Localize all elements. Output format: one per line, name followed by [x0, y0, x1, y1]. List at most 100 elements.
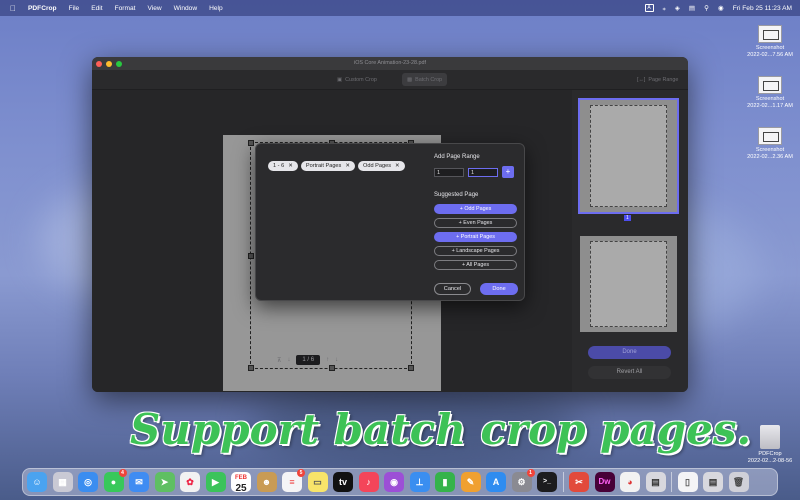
mail-icon[interactable]: ✉ — [129, 472, 149, 492]
wifi-icon[interactable]: ◈ — [675, 4, 680, 12]
cancel-button[interactable]: Cancel — [434, 283, 471, 295]
menu-view[interactable]: View — [147, 5, 161, 12]
range-inputs: 1 1 + — [434, 166, 518, 178]
system-preferences-badge: 1 — [526, 469, 535, 477]
system-preferences-icon[interactable]: ⚙ 1 — [511, 469, 535, 492]
thumbnail-sidebar: 1 Done Revert All — [572, 90, 688, 392]
suggest-landscape-pages[interactable]: + Landscape Pages — [434, 246, 517, 256]
pages-icon[interactable]: ✎ — [460, 472, 481, 492]
calendar-month: FEB — [235, 475, 247, 481]
menu-datetime[interactable]: Fri Feb 25 11:23 AM — [733, 5, 792, 12]
crop-handle[interactable] — [408, 365, 414, 371]
siri-icon[interactable]: ◉ — [718, 4, 724, 12]
desktop-icon-date: 2022-02...2-08-56 — [747, 458, 793, 464]
control-center-icon[interactable]: ▤ — [689, 4, 695, 12]
apple-icon[interactable]:  — [10, 4, 20, 13]
desktop-icon-screenshot-2[interactable]: Screenshot 2022-02...1.17 AM — [740, 76, 800, 110]
thumbnail-crop-area — [590, 241, 667, 327]
next-page-icon[interactable]: ↑ — [326, 357, 329, 363]
remove-chip-icon[interactable]: ✕ — [395, 163, 400, 169]
podcasts-icon[interactable]: ◉ — [384, 472, 404, 492]
dock: ☺ ▦ ◎ ● 4 ✉ ➤ ✿ ▶ FEB 25 ☻ ≡ 5 ▭ tv ♪ ◉ ⊥ … — [22, 468, 778, 496]
page-range-dialog: 1 - 6 ✕ Portrait Pages ✕ Odd Pages ✕ Add… — [255, 143, 525, 301]
selected-ranges-area: 1 - 6 ✕ Portrait Pages ✕ Odd Pages ✕ — [268, 154, 418, 294]
range-from-input[interactable]: 1 — [434, 167, 464, 177]
chrome-icon[interactable]: ◕ — [620, 472, 640, 492]
suggest-all-pages[interactable]: + All Pages — [434, 260, 517, 270]
done-button[interactable]: Done — [480, 283, 518, 295]
trash-icon[interactable]: 🗑 — [728, 472, 749, 492]
menu-help[interactable]: Help — [209, 5, 223, 12]
last-page-icon[interactable]: ↓ — [335, 357, 338, 363]
input-source-indicator[interactable]: A — [644, 4, 654, 12]
search-icon[interactable]: ⚲ — [704, 4, 709, 12]
page-indicator[interactable]: 1 / 6 — [296, 355, 321, 365]
notes-icon[interactable]: ▭ — [307, 472, 328, 492]
desktop-icon-screenshot-1[interactable]: Screenshot 2022-02...7.56 AM — [740, 25, 800, 59]
contacts-icon[interactable]: ☻ — [256, 472, 277, 492]
reminders-badge: 5 — [297, 469, 305, 477]
keynote-icon[interactable]: ⊥ — [409, 472, 430, 492]
prev-page-icon[interactable]: ↓ — [287, 357, 290, 363]
preview-icon[interactable]: ▤ — [645, 472, 666, 492]
menu-window[interactable]: Window — [174, 5, 197, 12]
calendar-day: 25 — [235, 483, 247, 494]
sidebar-done-button[interactable]: Done — [588, 346, 671, 359]
safari-icon[interactable]: ◎ — [78, 472, 98, 492]
suggested-heading: Suggested Page — [434, 192, 479, 198]
first-page-icon[interactable]: ⊼ — [277, 357, 281, 364]
menu-app-name[interactable]: PDFCrop — [28, 5, 57, 12]
desktop-icon-screenshot-3[interactable]: Screenshot 2022-02...2.36 AM — [740, 127, 800, 161]
range-to-input[interactable]: 1 — [468, 167, 498, 177]
finder-icon[interactable]: ☺ — [27, 472, 47, 492]
document-stack-icon[interactable]: ▯ — [677, 472, 698, 492]
page-range-button[interactable]: [↔] Page Range — [632, 73, 683, 86]
crop-handle[interactable] — [329, 365, 335, 371]
crop-handle[interactable] — [248, 140, 254, 146]
custom-crop-button[interactable]: ▣ Custom Crop — [332, 73, 382, 86]
screenshot-file-icon — [758, 25, 782, 43]
suggest-even-pages[interactable]: + Even Pages — [434, 218, 517, 228]
suggest-odd-pages[interactable]: + Odd Pages — [434, 204, 517, 214]
remove-chip-icon[interactable]: ✕ — [288, 163, 293, 169]
apple-tv-icon[interactable]: tv — [333, 472, 353, 492]
crop-handle[interactable] — [248, 253, 254, 259]
menu-format[interactable]: Format — [115, 5, 136, 12]
launchpad-icon[interactable]: ▦ — [52, 472, 73, 492]
add-range-button[interactable]: + — [502, 166, 514, 178]
reminders-icon[interactable]: ≡ 5 — [282, 469, 305, 492]
app-store-icon[interactable]: A — [486, 472, 506, 492]
numbers-icon[interactable]: ▮ — [435, 472, 455, 492]
photos-icon[interactable]: ✿ — [180, 472, 200, 492]
page-thumbnail-2[interactable] — [580, 236, 677, 332]
crop-handle[interactable] — [248, 365, 254, 371]
menu-edit[interactable]: Edit — [91, 5, 102, 12]
revert-all-button[interactable]: Revert All — [588, 366, 671, 379]
messages-badge: 4 — [118, 469, 127, 477]
range-options: Add Page Range 1 1 + Suggested Page + Od… — [434, 154, 518, 274]
desktop-icon-date: 2022-02...1.17 AM — [747, 103, 793, 109]
screenshots-stack-icon[interactable]: ▤ — [703, 472, 723, 492]
maps-icon[interactable]: ➤ — [154, 472, 175, 492]
batch-crop-button[interactable]: ▩ Batch Crop — [402, 73, 448, 86]
promo-headline: Support batch crop pages. — [130, 405, 752, 454]
facetime-icon[interactable]: ▶ — [205, 472, 226, 492]
app-file-icon — [760, 425, 780, 449]
remove-chip-icon[interactable]: ✕ — [345, 163, 350, 169]
calendar-icon[interactable]: FEB 25 — [231, 472, 251, 494]
range-chip[interactable]: Odd Pages ✕ — [358, 161, 405, 171]
range-chip[interactable]: Portrait Pages ✕ — [300, 161, 356, 171]
chip-label: Portrait Pages — [305, 163, 342, 169]
terminal-icon[interactable]: >_ — [537, 472, 557, 492]
page-navigator: ⊼ ↓ 1 / 6 ↑ ↓ — [277, 355, 338, 365]
range-chip[interactable]: 1 - 6 ✕ — [268, 161, 298, 171]
pdfcrop-app-icon[interactable]: ✂ — [569, 472, 589, 492]
bluetooth-icon[interactable]: ⁎ — [663, 4, 666, 12]
dreamweaver-icon[interactable]: Dw — [594, 472, 615, 492]
messages-icon[interactable]: ● 4 — [103, 469, 127, 492]
menu-file[interactable]: File — [69, 5, 80, 12]
page-range-icon: [↔] — [637, 76, 646, 83]
page-thumbnail-1[interactable] — [578, 98, 679, 214]
suggest-portrait-pages[interactable]: + Portrait Pages — [434, 232, 517, 242]
music-icon[interactable]: ♪ — [358, 472, 379, 492]
